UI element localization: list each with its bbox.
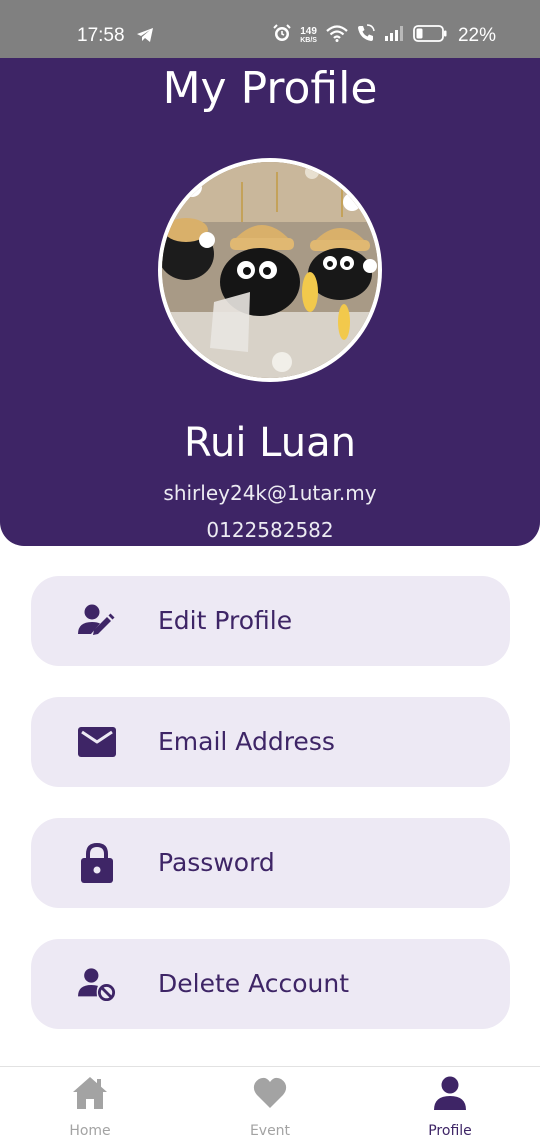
profile-header: My Profile Rui Luan shirley24k@1utar.my …: [0, 58, 540, 546]
signal-icon: [384, 25, 404, 46]
net-speed-unit: KB/S: [300, 36, 317, 44]
heart-icon: [252, 1075, 288, 1111]
edit-profile-label: Edit Profile: [158, 606, 293, 635]
nav-event[interactable]: Event: [210, 1067, 330, 1140]
password-button[interactable]: Password: [31, 818, 510, 908]
person-block-icon: [78, 966, 116, 1002]
alarm-icon: [273, 24, 291, 47]
net-speed-value: 149: [300, 25, 317, 37]
delete-account-button[interactable]: Delete Account: [31, 939, 510, 1029]
user-name: Rui Luan: [184, 420, 356, 466]
wifi-call-icon: [357, 24, 375, 47]
home-icon: [72, 1075, 108, 1111]
nav-home[interactable]: Home: [30, 1067, 150, 1140]
nav-profile-label: Profile: [428, 1123, 472, 1139]
envelope-icon: [78, 724, 116, 760]
profile-photo: [162, 162, 378, 378]
wifi-icon: [326, 24, 348, 47]
email-address-button[interactable]: Email Address: [31, 697, 510, 787]
battery-percent: 22%: [457, 24, 496, 46]
bottom-nav: Home Event Profile: [0, 1066, 540, 1139]
lock-icon: [78, 843, 116, 883]
avatar[interactable]: [158, 158, 382, 382]
status-time: 17:58: [77, 25, 125, 46]
delete-account-label: Delete Account: [158, 969, 350, 998]
nav-profile[interactable]: Profile: [390, 1067, 510, 1140]
password-label: Password: [158, 848, 275, 877]
nav-event-label: Event: [249, 1123, 291, 1139]
edit-profile-button[interactable]: Edit Profile: [31, 576, 510, 666]
battery-icon: [413, 24, 447, 47]
status-bar: 17:58 149 KB/S 22%: [0, 0, 540, 58]
page-title: My Profile: [162, 63, 378, 114]
email-address-label: Email Address: [158, 727, 335, 756]
person-icon: [432, 1075, 468, 1111]
user-email: shirley24k@1utar.my: [163, 481, 377, 505]
nav-home-label: Home: [69, 1123, 111, 1139]
net-speed: 149 KB/S: [300, 25, 317, 45]
user-phone: 0122582582: [206, 518, 334, 542]
edit-person-icon: [78, 603, 116, 639]
status-icons: 149 KB/S 22%: [273, 24, 496, 47]
telegram-icon: [136, 27, 154, 48]
